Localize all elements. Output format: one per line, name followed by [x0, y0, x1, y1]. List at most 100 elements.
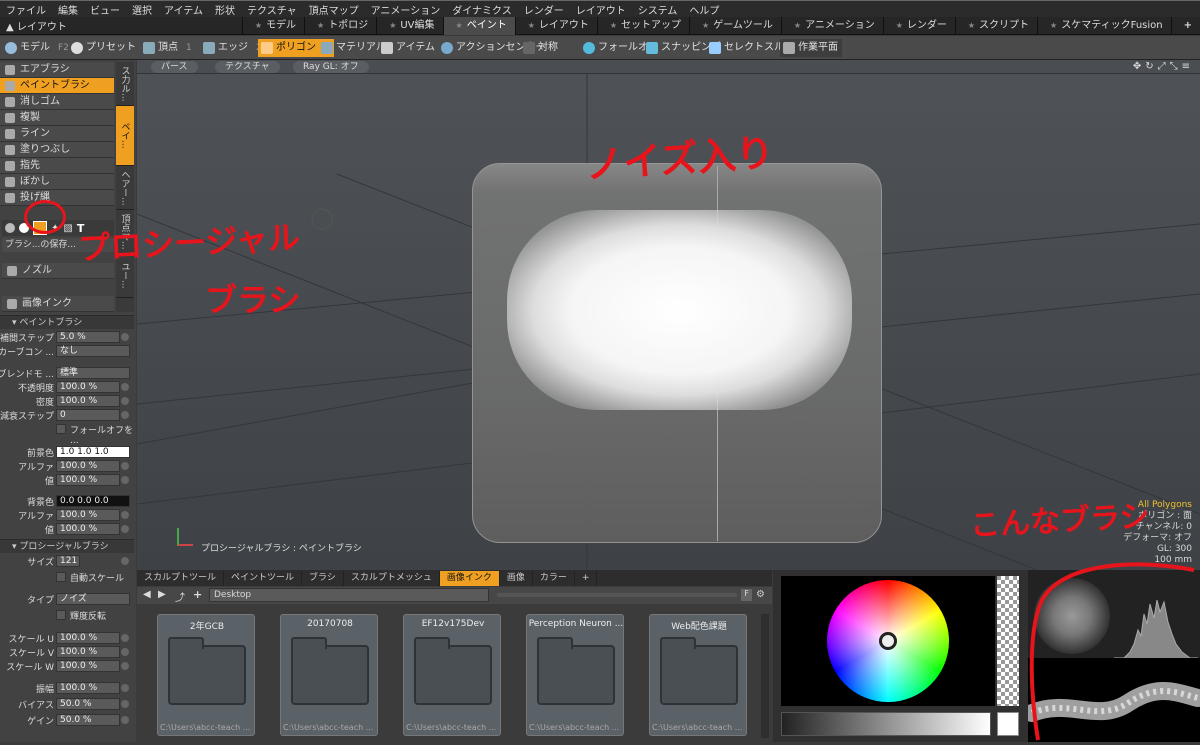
paint-tool-2[interactable]: 消しゴム [0, 94, 114, 110]
color-wheel[interactable] [827, 580, 949, 702]
bottom-tab-0[interactable]: スカルプトツール [137, 570, 225, 586]
menu-item-8[interactable]: アニメーション [371, 2, 441, 17]
current-color-swatch[interactable] [997, 712, 1019, 736]
menu-item-2[interactable]: ビュー [90, 2, 120, 17]
scale-w-key-icon[interactable] [121, 662, 129, 670]
image-ink-button[interactable]: 画像インク [2, 296, 114, 312]
layout-tab-4[interactable]: ★ レイアウト [514, 16, 597, 35]
bottom-tab-4[interactable]: 画像インク [439, 570, 500, 586]
layout-tab-7[interactable]: ★ アニメーション [780, 16, 883, 35]
layout-tab-6[interactable]: ★ ゲームツール [689, 16, 781, 35]
fg-value-field[interactable]: 100.0 % [56, 474, 120, 486]
layout-tab-10[interactable]: ★ スケマティックFusion [1037, 16, 1171, 35]
menu-item-13[interactable]: ヘルプ [689, 2, 719, 17]
path-dropdown[interactable]: Desktop [209, 588, 489, 602]
paint-tool-0[interactable]: エアブラシ [0, 62, 114, 78]
amplitude-key-icon[interactable] [121, 684, 129, 692]
curve-dropdown[interactable]: なし [56, 345, 130, 357]
blend-mode-dropdown[interactable]: 標準 [56, 367, 130, 379]
layout-tab-1[interactable]: ★ トポロジ [304, 16, 376, 35]
star-icon[interactable]: ★ [255, 21, 262, 30]
amplitude-field[interactable]: 100.0 % [56, 682, 120, 694]
menu-item-5[interactable]: 形状 [215, 2, 235, 17]
paint-tool-5[interactable]: 塗りつぶし [0, 142, 114, 158]
menu-item-7[interactable]: 頂点マップ [309, 2, 359, 17]
folder-scrollbar[interactable] [761, 614, 769, 738]
fg-color-field[interactable]: 1.0 1.0 1.0 [56, 446, 130, 458]
opacity-field[interactable]: 100.0 % [56, 381, 120, 393]
zoom-slider[interactable] [497, 593, 737, 597]
scale-v-field[interactable]: 100.0 % [56, 646, 120, 658]
bg-value-key-icon[interactable] [121, 525, 129, 533]
paint-brush-section-header[interactable]: ▾ ペイントブラシ [0, 315, 134, 329]
scale-w-field[interactable]: 100.0 % [56, 660, 120, 672]
decay-field[interactable]: 0 [56, 409, 120, 421]
menu-item-10[interactable]: レンダー [524, 2, 564, 17]
star-icon[interactable]: ★ [702, 21, 709, 30]
bg-alpha-key-icon[interactable] [121, 511, 129, 519]
layout-tab-3[interactable]: ★ ペイント [442, 16, 515, 35]
paint-tool-6[interactable]: 指先 [0, 158, 114, 174]
gear-icon[interactable]: ⚙ [756, 589, 765, 600]
falloff-checkbox[interactable] [56, 424, 66, 434]
folder-item[interactable]: Perception Neuron ... C:\Users\abcc-teach… [526, 614, 624, 736]
model-mode-button[interactable]: モデル F2 [2, 39, 73, 57]
star-icon[interactable]: ★ [1050, 21, 1057, 30]
add-folder-icon[interactable]: + [193, 588, 202, 601]
size-field[interactable]: 121 [56, 555, 80, 567]
star-icon[interactable]: ★ [968, 21, 975, 30]
edge-mode-button[interactable]: エッジ2 [200, 39, 266, 57]
opacity-key-icon[interactable] [121, 383, 129, 391]
gain-field[interactable]: 50.0 % [56, 714, 120, 726]
star-icon[interactable]: ★ [610, 21, 617, 30]
tool-category-tab-0[interactable]: ス力ル... [116, 62, 134, 106]
star-icon[interactable]: ★ [389, 21, 396, 30]
layout-tab-0[interactable]: ★ モデル [241, 16, 304, 35]
bias-field[interactable]: 50.0 % [56, 698, 120, 710]
bg-color-field[interactable]: 0.0 0.0 0.0 [56, 495, 130, 507]
paint-tool-1[interactable]: ペイントブラシ [0, 78, 114, 94]
work-plane-button[interactable]: 作業平面 [780, 39, 842, 57]
layout-tab-5[interactable]: ★ セットアップ [596, 16, 689, 35]
layout-tab-8[interactable]: ★ レンダー [882, 16, 955, 35]
shading-button[interactable]: テクスチャ [215, 61, 280, 73]
star-icon[interactable]: ★ [896, 21, 903, 30]
bg-value-field[interactable]: 100.0 % [56, 523, 120, 535]
gain-key-icon[interactable] [121, 716, 129, 724]
add-tab-button[interactable]: + [1170, 16, 1200, 35]
alpha-strip[interactable] [997, 576, 1019, 706]
tool-category-tab-1[interactable]: ペイ... [116, 106, 134, 166]
layout-tab-9[interactable]: ★ スクリプト [954, 16, 1037, 35]
raygl-button[interactable]: Ray GL: オフ [293, 61, 369, 73]
folder-item[interactable]: Web配色課題 C:\Users\abcc-teach ... [649, 614, 747, 736]
menu-item-6[interactable]: テクスチャ [247, 2, 297, 17]
paint-tool-3[interactable]: 複製 [0, 110, 114, 126]
bias-key-icon[interactable] [121, 700, 129, 708]
filter-button[interactable]: F [741, 589, 752, 601]
bottom-tab-1[interactable]: ペイントツール [224, 570, 303, 586]
vertex-mode-button[interactable]: 頂点 1 [140, 39, 196, 57]
bottom-tab-5[interactable]: 画像 [500, 570, 533, 586]
bottom-tab-6[interactable]: カラー [533, 570, 575, 586]
view-type-button[interactable]: パース [151, 61, 198, 73]
fg-value-key-icon[interactable] [121, 476, 129, 484]
menu-item-12[interactable]: システム [638, 2, 678, 17]
decay-key-icon[interactable] [121, 411, 129, 419]
menu-item-9[interactable]: ダイナミクス [452, 2, 512, 17]
fg-alpha-field[interactable]: 100.0 % [56, 460, 120, 472]
star-icon[interactable]: ★ [528, 21, 535, 30]
paint-tool-4[interactable]: ライン [0, 126, 114, 142]
fg-alpha-key-icon[interactable] [121, 462, 129, 470]
scale-v-key-icon[interactable] [121, 648, 129, 656]
layout-tab-2[interactable]: ★ UV編集 [376, 16, 442, 35]
folder-item[interactable]: EF12v175Dev C:\Users\abcc-teach ... [403, 614, 501, 736]
viewport-nav-icons[interactable]: ✥↻⤢⤡≡ [1133, 61, 1194, 72]
soft-brush-icon[interactable] [5, 223, 15, 233]
bottom-tab-3[interactable]: スカルプトメッシュ [344, 570, 440, 586]
size-key-icon[interactable] [121, 557, 129, 565]
bottom-tab-2[interactable]: ブラシ [302, 570, 344, 586]
scale-u-field[interactable]: 100.0 % [56, 632, 120, 644]
interp-step-key-icon[interactable] [121, 333, 129, 341]
add-bottom-tab-button[interactable]: + [575, 570, 598, 586]
folder-item[interactable]: 2年GCB C:\Users\abcc-teach ... [157, 614, 255, 736]
